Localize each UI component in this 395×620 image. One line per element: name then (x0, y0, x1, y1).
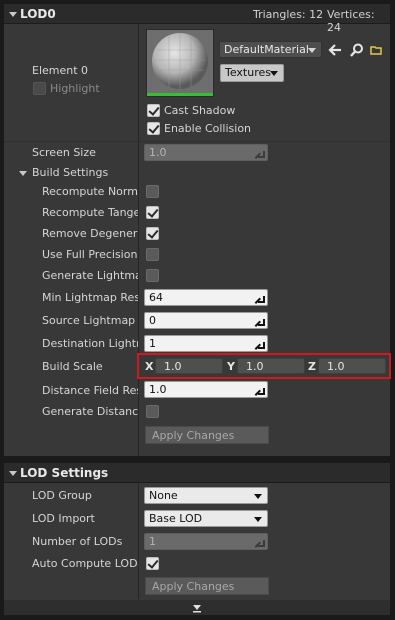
x-axis-label: X (145, 360, 154, 373)
generate-distance-field-checkbox[interactable] (146, 405, 159, 418)
build-scale-y-field[interactable]: 1.0 (237, 358, 305, 374)
textures-dropdown[interactable]: Textures (220, 64, 284, 82)
generate-lightmap-uvs-label: Generate Lightmap (42, 269, 138, 282)
lod-settings-header[interactable]: LOD Settings (4, 463, 390, 483)
resize-grip-icon (258, 540, 265, 547)
remove-degenerates-checkbox[interactable] (146, 227, 159, 240)
min-lightmap-resolution-label: Min Lightmap Reso (42, 291, 138, 304)
lod-group-label: LOD Group (32, 489, 92, 502)
lod-group-value: None (149, 489, 178, 502)
auto-compute-lod-label: Auto Compute LOD D (32, 557, 138, 570)
lod-import-dropdown[interactable]: Base LOD (144, 510, 268, 527)
lod-apply-changes-button[interactable]: Apply Changes (145, 577, 269, 595)
vertices-count: Vertices: 24 (327, 8, 375, 34)
element-label: Element 0 (32, 64, 89, 77)
distance-field-resolution-field[interactable]: 1.0 (144, 381, 268, 398)
highlight-checkbox[interactable] (33, 82, 46, 95)
build-scale-x-value: 1.0 (164, 360, 182, 373)
build-scale-label: Build Scale (42, 360, 103, 373)
destination-lightmap-index-value: 1 (149, 337, 156, 350)
search-icon[interactable] (349, 42, 365, 58)
apply-changes-label: Apply Changes (152, 429, 235, 442)
screen-size-value: 1.0 (149, 146, 167, 159)
build-scale-x-field[interactable]: 1.0 (155, 358, 223, 374)
recompute-tangents-checkbox[interactable] (146, 206, 159, 219)
destination-lightmap-index-field[interactable]: 1 (144, 335, 268, 352)
screen-size-field: 1.0 (144, 144, 268, 161)
material-sphere-icon (152, 33, 208, 89)
enable-collision-checkbox[interactable] (147, 122, 160, 135)
lod-apply-changes-label: Apply Changes (152, 580, 235, 593)
build-scale-z-field[interactable]: 1.0 (318, 358, 386, 374)
generate-lightmap-uvs-checkbox[interactable] (146, 269, 159, 282)
min-lightmap-resolution-value: 64 (149, 291, 163, 304)
build-scale-z-value: 1.0 (327, 360, 345, 373)
full-precision-uvs-label: Use Full Precision U (42, 248, 138, 261)
source-lightmap-index-field[interactable]: 0 (144, 312, 268, 329)
chevron-down-icon (254, 494, 262, 499)
material-thumbnail[interactable] (146, 29, 214, 97)
column-splitter[interactable] (138, 483, 139, 599)
remove-degenerates-label: Remove Degenerat (42, 227, 138, 240)
bottom-expander-bar[interactable] (4, 600, 390, 615)
expand-down-icon (192, 603, 202, 613)
enable-collision-label: Enable Collision (164, 122, 252, 135)
chevron-down-icon (270, 71, 278, 76)
generate-distance-field-label: Generate Distance (42, 405, 138, 418)
collapse-arrow-icon[interactable] (9, 471, 17, 476)
auto-compute-lod-checkbox[interactable] (146, 557, 159, 570)
resize-grip-icon (258, 388, 265, 395)
lod0-title: LOD0 (20, 7, 56, 21)
cast-shadow-label: Cast Shadow (164, 104, 236, 117)
recompute-normals-checkbox[interactable] (146, 185, 159, 198)
destination-lightmap-index-label: Destination Lightm (42, 337, 138, 350)
resize-grip-icon (258, 319, 265, 326)
full-precision-uvs-checkbox[interactable] (146, 248, 159, 261)
build-scale-y-value: 1.0 (246, 360, 264, 373)
distance-field-resolution-label: Distance Field Reso (42, 384, 138, 397)
lod-import-value: Base LOD (149, 512, 203, 525)
distance-field-resolution-value: 1.0 (149, 383, 167, 396)
lod0-header[interactable]: LOD0 Triangles: 12 Vertices: 24 (4, 4, 390, 34)
number-of-lods-field: 1 (144, 533, 268, 550)
highlight-label: Highlight (50, 82, 100, 95)
apply-changes-button[interactable]: Apply Changes (145, 426, 269, 444)
resize-grip-icon (258, 151, 265, 158)
recompute-tangents-label: Recompute Tangen (42, 206, 138, 219)
lod-settings-title: LOD Settings (20, 466, 109, 480)
thumbnail-underline (147, 93, 213, 96)
y-axis-label: Y (227, 360, 235, 373)
lod-import-label: LOD Import (32, 512, 95, 525)
material-dropdown[interactable]: DefaultMaterial (219, 41, 322, 58)
number-of-lods-label: Number of LODs (32, 535, 123, 548)
source-lightmap-index-label: Source Lightmap In (42, 314, 138, 327)
separator (4, 141, 390, 142)
column-splitter[interactable] (138, 24, 139, 456)
material-name: DefaultMaterial (224, 43, 309, 56)
use-selected-arrow-icon[interactable] (327, 42, 343, 58)
number-of-lods-value: 1 (149, 535, 156, 548)
chevron-down-icon (254, 517, 262, 522)
screen-size-label: Screen Size (32, 146, 96, 159)
build-settings-expand-icon[interactable] (19, 171, 27, 176)
textures-label: Textures (225, 66, 271, 79)
collapse-arrow-icon[interactable] (9, 12, 17, 17)
triangles-count: Triangles: 12 (253, 8, 324, 21)
recompute-normals-label: Recompute Normal (42, 185, 138, 198)
browse-icon[interactable] (370, 44, 382, 56)
resize-grip-icon (258, 342, 265, 349)
lod-group-dropdown[interactable]: None (144, 487, 268, 504)
resize-grip-icon (258, 296, 265, 303)
chevron-down-icon (308, 48, 316, 53)
source-lightmap-index-value: 0 (149, 314, 156, 327)
cast-shadow-checkbox[interactable] (147, 104, 160, 117)
min-lightmap-resolution-field[interactable]: 64 (144, 289, 268, 306)
z-axis-label: Z (308, 360, 316, 373)
build-settings-label: Build Settings (32, 166, 109, 179)
